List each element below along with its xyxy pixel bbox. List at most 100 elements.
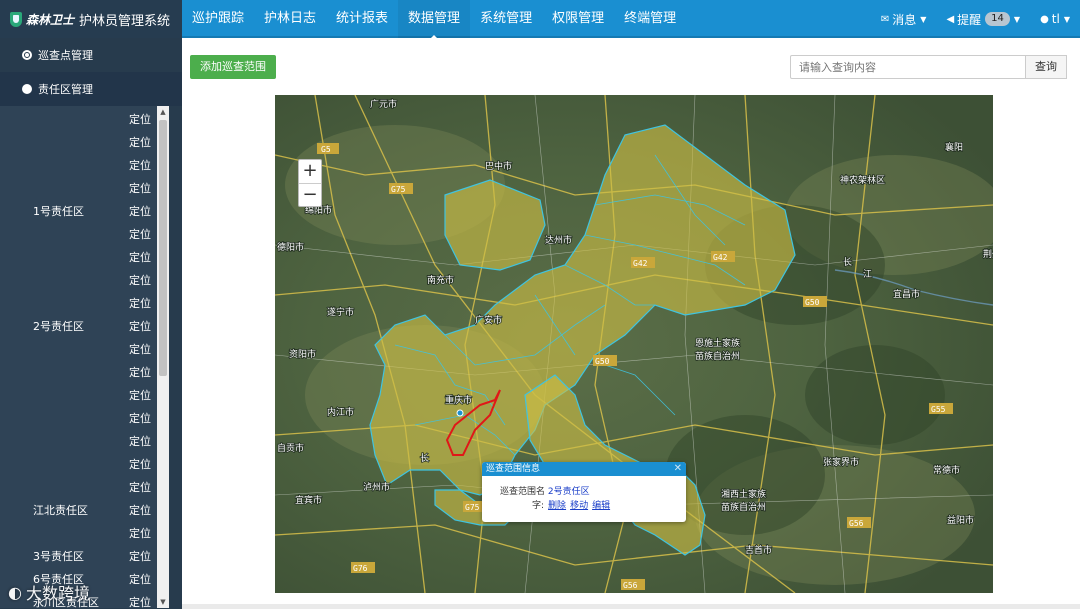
sidebar-item-label: 责任区管理 — [38, 83, 93, 96]
svg-text:荆州: 荆州 — [983, 248, 993, 260]
sidebar: 巡查点管理 责任区管理 定位 定位 定位 定位 1号责任区 定位 定位 定位 定位 定位 2号责任区… — [0, 38, 182, 609]
sidebar-item-patrol-points[interactable]: 巡查点管理 — [0, 38, 182, 72]
search-input[interactable] — [790, 55, 1026, 79]
zone-locate-link[interactable]: 定位 — [129, 249, 151, 265]
nav-forest-log[interactable]: 护林日志 — [254, 0, 326, 38]
zone-locate-link[interactable]: 定位 — [129, 433, 151, 449]
main-nav: 巡护跟踪 护林日志 统计报表 数据管理 系统管理 权限管理 终端管理 — [182, 0, 686, 40]
zone-locate-link[interactable]: 定位 — [129, 525, 151, 541]
delete-link[interactable]: 删除 — [548, 498, 566, 511]
zone-locate-link[interactable]: 定位 — [129, 203, 151, 219]
close-icon[interactable]: ✕ — [674, 462, 682, 476]
zone-locate-link[interactable]: 定位 — [129, 226, 151, 242]
popup-ops-label: 字: — [532, 501, 545, 511]
alert-count-badge: 14 — [985, 12, 1010, 26]
zone-locate-link[interactable]: 定位 — [129, 594, 151, 608]
zone-locate-link[interactable]: 定位 — [129, 295, 151, 311]
svg-text:广元市: 广元市 — [370, 98, 397, 110]
user-menu[interactable]: ● tl ▼ — [1030, 12, 1080, 26]
sidebar-item-responsibility-zones[interactable]: 责任区管理 — [0, 72, 182, 106]
svg-text:G56: G56 — [623, 581, 638, 590]
zone-locate-link[interactable]: 定位 — [129, 571, 151, 587]
svg-text:宜昌市: 宜昌市 — [893, 288, 920, 300]
svg-text:泸州市: 泸州市 — [363, 481, 390, 493]
svg-text:宜宾市: 宜宾市 — [295, 494, 322, 506]
zone-row: 定位 — [0, 451, 166, 474]
nav-data-management[interactable]: 数据管理 — [398, 0, 471, 40]
zone-row: 定位 — [0, 520, 166, 543]
svg-text:G76: G76 — [353, 564, 368, 573]
zone-row: 1号责任区 定位 — [0, 198, 166, 221]
nav-terminal-management[interactable]: 终端管理 — [614, 0, 686, 38]
svg-text:G55: G55 — [931, 405, 946, 414]
user-icon: ● — [1040, 13, 1049, 25]
zone-row: 2号责任区 定位 — [0, 313, 166, 336]
svg-text:长: 长 — [420, 452, 429, 464]
zone-row: 定位 — [0, 474, 166, 497]
popup-name-value: 2号责任区 — [547, 487, 590, 497]
zone-locate-link[interactable]: 定位 — [129, 180, 151, 196]
popup-name-row: 巡查范围名 2号责任区 — [500, 484, 590, 497]
scroll-down-icon[interactable]: ▼ — [157, 596, 169, 608]
zoom-in-button[interactable]: + — [299, 160, 321, 183]
bottom-divider — [182, 604, 1080, 609]
popup-header: 巡查范围信息 ✕ — [482, 462, 686, 476]
move-link[interactable]: 移动 — [570, 498, 588, 511]
zone-row: 定位 — [0, 221, 166, 244]
zone-name: 1号责任区 — [33, 205, 84, 218]
caret-down-icon: ▼ — [920, 14, 927, 24]
zone-locate-link[interactable]: 定位 — [129, 456, 151, 472]
nav-permission-management[interactable]: 权限管理 — [542, 0, 614, 38]
popup-title: 巡查范围信息 — [486, 464, 541, 474]
map-view[interactable]: 广元市 巴中市 达州市 南充市 广安市 遂宁市 绵阳市 德阳市 资阳市 内江市 … — [275, 95, 993, 593]
zone-row: 定位 — [0, 152, 166, 175]
sidebar-item-label: 巡查点管理 — [38, 49, 93, 62]
zone-locate-link[interactable]: 定位 — [129, 548, 151, 564]
zone-list-scrollbar[interactable]: ▲ ▼ — [157, 106, 169, 608]
zone-locate-link[interactable]: 定位 — [129, 157, 151, 173]
zoom-out-button[interactable]: − — [299, 183, 321, 206]
nav-system-management[interactable]: 系统管理 — [470, 0, 542, 38]
messages-menu[interactable]: ✉ 消息 ▼ — [871, 11, 937, 28]
svg-text:自贡市: 自贡市 — [277, 442, 304, 454]
zone-locate-link[interactable]: 定位 — [129, 387, 151, 403]
zone-row: 定位 — [0, 267, 166, 290]
popup-name-label: 巡查范围名 — [500, 487, 546, 497]
svg-text:德阳市: 德阳市 — [277, 241, 304, 253]
zone-row: 定位 — [0, 290, 166, 313]
search-button[interactable]: 查询 — [1025, 55, 1067, 79]
zone-locate-link[interactable]: 定位 — [129, 134, 151, 150]
svg-text:广安市: 广安市 — [475, 314, 502, 326]
zone-row: 定位 — [0, 428, 166, 451]
svg-text:南充市: 南充市 — [427, 274, 454, 286]
system-title: 护林员管理系统 — [79, 13, 171, 29]
zone-locate-link[interactable]: 定位 — [129, 479, 151, 495]
alerts-menu[interactable]: ◀ 提醒 14 ▼ — [936, 11, 1030, 28]
watermark-text: 大数跨境 — [25, 584, 90, 603]
envelope-icon: ✉ — [880, 13, 890, 25]
caret-down-icon: ▼ — [1013, 14, 1021, 24]
zone-locate-link[interactable]: 定位 — [129, 111, 151, 127]
zone-list: 定位 定位 定位 定位 1号责任区 定位 定位 定位 定位 定位 2号责任区 定位 定位 定位 定位 定位 定位… — [0, 106, 166, 608]
zone-locate-link[interactable]: 定位 — [129, 272, 151, 288]
target-icon — [22, 50, 32, 60]
nav-patrol-tracking[interactable]: 巡护跟踪 — [182, 0, 254, 38]
add-patrol-range-button[interactable]: 添加巡查范围 — [190, 55, 276, 79]
globe-icon — [22, 84, 32, 94]
zone-locate-link[interactable]: 定位 — [129, 364, 151, 380]
zone-row: 定位 — [0, 405, 166, 428]
zone-locate-link[interactable]: 定位 — [129, 341, 151, 357]
nav-statistics[interactable]: 统计报表 — [326, 0, 398, 38]
edit-link[interactable]: 编辑 — [592, 498, 610, 511]
scroll-thumb[interactable] — [159, 120, 167, 376]
svg-text:长: 长 — [843, 256, 852, 268]
svg-text:苗族自治州: 苗族自治州 — [695, 350, 740, 362]
zoom-control: + − — [298, 159, 322, 207]
zone-row: 定位 — [0, 382, 166, 405]
svg-text:遂宁市: 遂宁市 — [327, 306, 354, 318]
zone-locate-link[interactable]: 定位 — [129, 410, 151, 426]
scroll-up-icon[interactable]: ▲ — [157, 106, 169, 118]
zone-locate-link[interactable]: 定位 — [129, 318, 151, 334]
svg-text:巴中市: 巴中市 — [485, 160, 512, 172]
zone-locate-link[interactable]: 定位 — [129, 502, 151, 518]
